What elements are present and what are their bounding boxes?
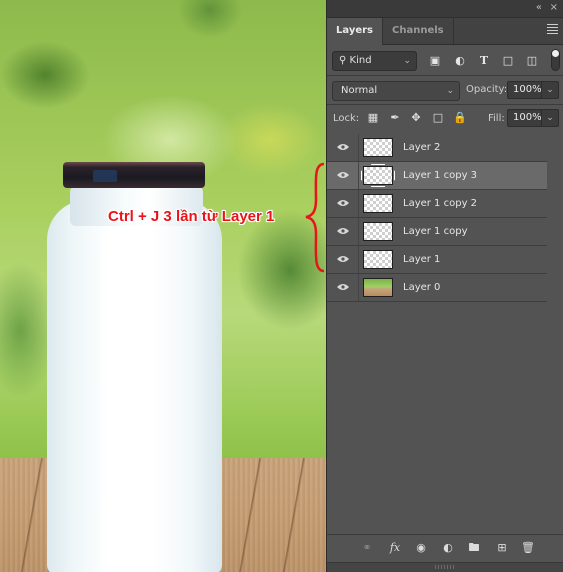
link-layers-icon[interactable]: ⚭ [359,541,375,555]
blend-row: Normal ⌄ Opacity: 100% ⌄ [327,76,563,104]
layer-name: Layer 0 [403,282,441,293]
layers-panel: « × Layers Channels ⚲ Kind ⌄ ▣ ◐ T □ ◫ N… [326,0,563,572]
layer-thumbnail [363,194,393,213]
chevron-down-icon: ⌄ [446,86,454,96]
panel-resize-grip[interactable] [327,562,563,572]
close-panel-icon[interactable]: × [550,2,558,14]
layer-name: Layer 2 [403,142,441,153]
pixel-filter-icon[interactable]: ▣ [428,54,442,68]
lock-transparent-pixels-icon[interactable]: ▦ [366,111,380,125]
fill-dropdown-icon[interactable]: ⌄ [541,110,558,126]
panel-title-bar: « × [327,0,563,18]
lock-image-pixels-icon[interactable]: ✒ [388,111,402,125]
search-icon: ⚲ [339,55,347,66]
panel-footer: ⚭ fx ◉ ◐ 🖿 ⊞ 🗑 [327,534,563,562]
lock-label: Lock: [333,113,360,124]
fill-label: Fill: [488,113,505,124]
visibility-eye-icon[interactable] [337,255,349,263]
fx-icon[interactable]: fx [387,541,403,555]
blend-mode-value: Normal [341,85,378,96]
filter-kind-select[interactable]: ⚲ Kind ⌄ [332,51,417,71]
blend-mode-select[interactable]: Normal ⌄ [332,81,460,101]
layer-thumbnail [363,166,393,185]
lock-all-icon[interactable]: 🔒 [453,111,467,125]
shape-filter-icon[interactable]: □ [501,54,515,68]
layer-row-selected[interactable]: Layer 1 copy 3 [327,162,547,190]
layer-thumbnail [363,222,393,241]
layer-row[interactable]: Layer 1 [327,246,547,274]
layer-row[interactable]: Layer 0 [327,274,547,302]
visibility-eye-icon[interactable] [337,199,349,207]
panel-menu-icon[interactable] [547,24,558,36]
layer-thumbnail [363,138,393,157]
layer-name: Layer 1 copy [403,226,468,237]
opacity-dropdown-icon[interactable]: ⌄ [541,82,558,98]
lock-position-icon[interactable]: ✥ [409,111,423,125]
visibility-eye-icon[interactable] [337,283,349,291]
filter-kind-label: Kind [349,55,372,66]
opacity-value: 100% [513,84,542,95]
layer-row[interactable]: Layer 1 copy 2 [327,190,547,218]
layer-row[interactable]: Layer 1 copy [327,218,547,246]
annotation-text: Ctrl + J 3 lần từ Layer 1 [108,208,275,225]
tab-layers[interactable]: Layers [327,18,383,45]
layer-name: Layer 1 copy 3 [403,170,478,181]
smart-object-filter-icon[interactable]: ◫ [525,54,539,68]
fill-input[interactable]: 100% ⌄ [507,109,559,127]
new-group-icon[interactable]: 🖿 [466,541,482,555]
layer-thumbnail [363,278,393,297]
type-filter-icon[interactable]: T [477,54,491,68]
chevron-down-icon: ⌄ [403,56,411,66]
delete-layer-icon[interactable]: 🗑 [520,541,536,555]
lock-artboard-icon[interactable]: □ [431,111,445,125]
layer-row[interactable]: Layer 2 [327,134,547,162]
add-mask-icon[interactable]: ◉ [413,541,429,555]
layer-name: Layer 1 [403,254,441,265]
filter-toggle-switch[interactable] [551,49,560,71]
panel-tabs: Layers Channels [327,18,563,45]
visibility-eye-icon[interactable] [337,143,349,151]
layers-list: Layer 2 Layer 1 copy 3 Layer 1 copy 2 La… [327,134,547,302]
adjustment-filter-icon[interactable]: ◐ [453,54,467,68]
new-layer-icon[interactable]: ⊞ [494,541,510,555]
fill-value: 100% [513,112,542,123]
layer-name: Layer 1 copy 2 [403,198,478,209]
visibility-eye-icon[interactable] [337,227,349,235]
collapse-panel-icon[interactable]: « [536,2,542,14]
opacity-input[interactable]: 100% ⌄ [507,81,559,99]
visibility-eye-icon[interactable] [337,171,349,179]
milk-bottle [47,200,222,572]
opacity-label: Opacity: [466,84,508,95]
layer-thumbnail [363,250,393,269]
bottle-cap [63,162,205,188]
tab-channels[interactable]: Channels [383,18,454,44]
new-adjustment-icon[interactable]: ◐ [440,541,456,555]
filter-row: ⚲ Kind ⌄ ▣ ◐ T □ ◫ [327,45,563,75]
